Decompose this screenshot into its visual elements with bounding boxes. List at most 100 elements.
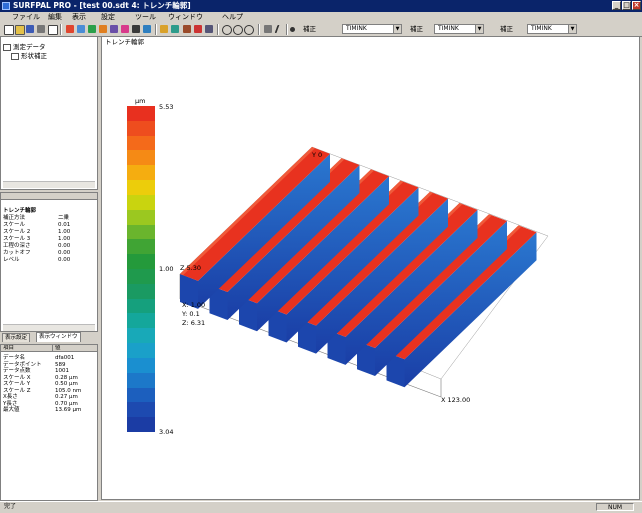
zoom-in-icon[interactable] — [222, 25, 232, 35]
print-icon[interactable] — [37, 25, 45, 33]
export-icon[interactable] — [183, 25, 191, 33]
table-value: 589 — [55, 361, 66, 368]
menu-tools[interactable]: ツール — [135, 12, 156, 23]
horizontal-scrollbar[interactable] — [3, 324, 95, 331]
point-icon[interactable] — [290, 27, 295, 32]
toolbar: 補正 TIMINK ▼ 補正 TIMINK ▼ 補正 TIMINK ▼ — [0, 23, 642, 37]
tab-display-window[interactable]: 表示ウィンドウ — [36, 332, 81, 342]
property-value: 1.00 — [58, 229, 71, 235]
table-key: スケール Z — [3, 387, 31, 394]
menu-help[interactable]: ヘルプ — [222, 12, 243, 23]
table-row: スケール X 0.28 μm — [3, 375, 93, 381]
tab-strip: 表示設定 表示ウィンドウ — [0, 332, 98, 342]
settings-icon[interactable] — [205, 25, 213, 33]
toolbar-separator — [155, 24, 157, 35]
table-row: データ点数 1001 — [3, 368, 93, 374]
menu-settings[interactable]: 設定 — [101, 12, 115, 23]
property-value: 0.01 — [58, 222, 71, 228]
window-title: SURFPAL PRO - [test 00.sdt 4: トレンチ輪郭] — [13, 1, 191, 10]
cursor-z: Z: 6.31 — [182, 319, 206, 327]
zoom-out-icon[interactable] — [233, 25, 243, 35]
table-header-value[interactable]: 値 — [53, 345, 97, 352]
tree-item-label: 測定データ — [13, 43, 46, 51]
tree-item-data[interactable]: 測定データ — [3, 43, 46, 51]
analysis-icon[interactable] — [171, 25, 179, 33]
toolbar-label-1: 補正 — [303, 25, 316, 33]
status-left: 完了 — [4, 503, 17, 510]
folder-icon — [3, 43, 11, 51]
help-icon[interactable] — [48, 25, 58, 35]
property-key: スケール 2 — [3, 229, 31, 235]
table-value: 1001 — [55, 368, 69, 374]
toolbar-separator — [217, 24, 219, 35]
image-icon[interactable] — [77, 25, 85, 33]
menu-file[interactable]: ファイル — [12, 12, 40, 23]
combo-3[interactable]: TIMINK ▼ — [527, 24, 577, 34]
property-key: スケール 3 — [3, 236, 31, 242]
flag-icon[interactable] — [160, 25, 168, 33]
minimize-button[interactable]: _ — [612, 1, 621, 10]
table-row: スケール Z 105.0 nm — [3, 388, 93, 394]
maximize-button[interactable]: □ — [622, 1, 631, 10]
measure-icon[interactable] — [121, 25, 129, 33]
table-value: 0.70 μm — [55, 400, 78, 407]
zoom-fit-icon[interactable] — [244, 25, 254, 35]
combo-1[interactable]: TIMINK ▼ — [342, 24, 402, 34]
cursor-y: Y: 0.1 — [182, 310, 200, 318]
horizontal-scrollbar[interactable] — [3, 181, 95, 188]
axis-x-label: X 123.00 — [441, 396, 471, 404]
property-row[interactable]: 補正方法 二乗 — [3, 215, 93, 221]
menu-window[interactable]: ウィンドウ — [168, 12, 203, 23]
open-icon[interactable] — [15, 25, 25, 35]
save-icon[interactable] — [26, 25, 34, 33]
chevron-down-icon[interactable]: ▼ — [393, 25, 401, 33]
table-key: X長さ — [3, 394, 18, 400]
status-num: NUM — [596, 503, 634, 511]
axis-z-label: Z 5.30 — [180, 264, 201, 272]
toolbar-separator — [258, 24, 260, 35]
report-icon[interactable] — [194, 25, 202, 33]
table-header-item[interactable]: 項目 — [1, 345, 53, 352]
property-row[interactable]: 工程の深さ 0.00 — [3, 243, 93, 249]
table-key: データ名 — [3, 355, 26, 361]
profile-icon[interactable] — [99, 25, 107, 33]
property-row[interactable]: レベル 0.00 — [3, 257, 93, 263]
table-key: スケール X — [3, 374, 31, 381]
combo-2-value: TIMINK — [438, 25, 459, 32]
chevron-down-icon[interactable]: ▼ — [568, 25, 576, 33]
property-row[interactable]: スケール 2 1.00 — [3, 229, 93, 235]
chevron-down-icon[interactable]: ▼ — [475, 25, 483, 33]
table-row: データ名 dfa001 — [3, 355, 93, 361]
property-key: カットオフ — [3, 250, 31, 256]
property-key: スケール — [3, 222, 26, 228]
tree-pane: 測定データ 形状補正 — [0, 36, 98, 190]
menu-edit[interactable]: 編集 — [48, 12, 62, 23]
axis-y-label: Y 0 — [312, 151, 323, 159]
new-icon[interactable] — [4, 25, 14, 35]
toolbar-label-3: 補正 — [500, 25, 513, 33]
close-button[interactable]: × — [632, 1, 641, 10]
combo-1-value: TIMINK — [346, 25, 367, 32]
status-bar: 完了 NUM — [0, 501, 642, 513]
filter-icon[interactable] — [110, 25, 118, 33]
property-value: 0.00 — [58, 257, 71, 263]
level-icon[interactable] — [143, 25, 151, 33]
menu-view[interactable]: 表示 — [72, 12, 86, 23]
table-value: 0.50 μm — [55, 381, 78, 387]
view-3d[interactable]: トレンチ輪郭 μm 5.53 1.00 3.04 Z 5.30 Y 0 X 12… — [101, 36, 640, 500]
tree-item-label: 形状補正 — [21, 52, 47, 60]
grid-icon[interactable] — [132, 25, 140, 33]
property-row[interactable]: スケール 0.01 — [3, 222, 93, 228]
trench-ridges — [180, 147, 537, 388]
property-value: 0.00 — [58, 250, 71, 256]
combo-2[interactable]: TIMINK ▼ — [434, 24, 484, 34]
property-row[interactable]: カットオフ 0.00 — [3, 250, 93, 256]
tree-item-correction[interactable]: 形状補正 — [11, 52, 47, 60]
table-key: データポイント — [3, 361, 42, 368]
info-table: 項目 値 データ名 dfa001 データポイント 589 データ点数 1001 スケー… — [0, 344, 98, 501]
chart-icon[interactable] — [88, 25, 96, 33]
pointer-icon[interactable] — [264, 25, 272, 33]
property-row[interactable]: スケール 3 1.00 — [3, 236, 93, 242]
graph-icon[interactable] — [66, 25, 74, 33]
tab-display-settings[interactable]: 表示設定 — [2, 333, 31, 342]
